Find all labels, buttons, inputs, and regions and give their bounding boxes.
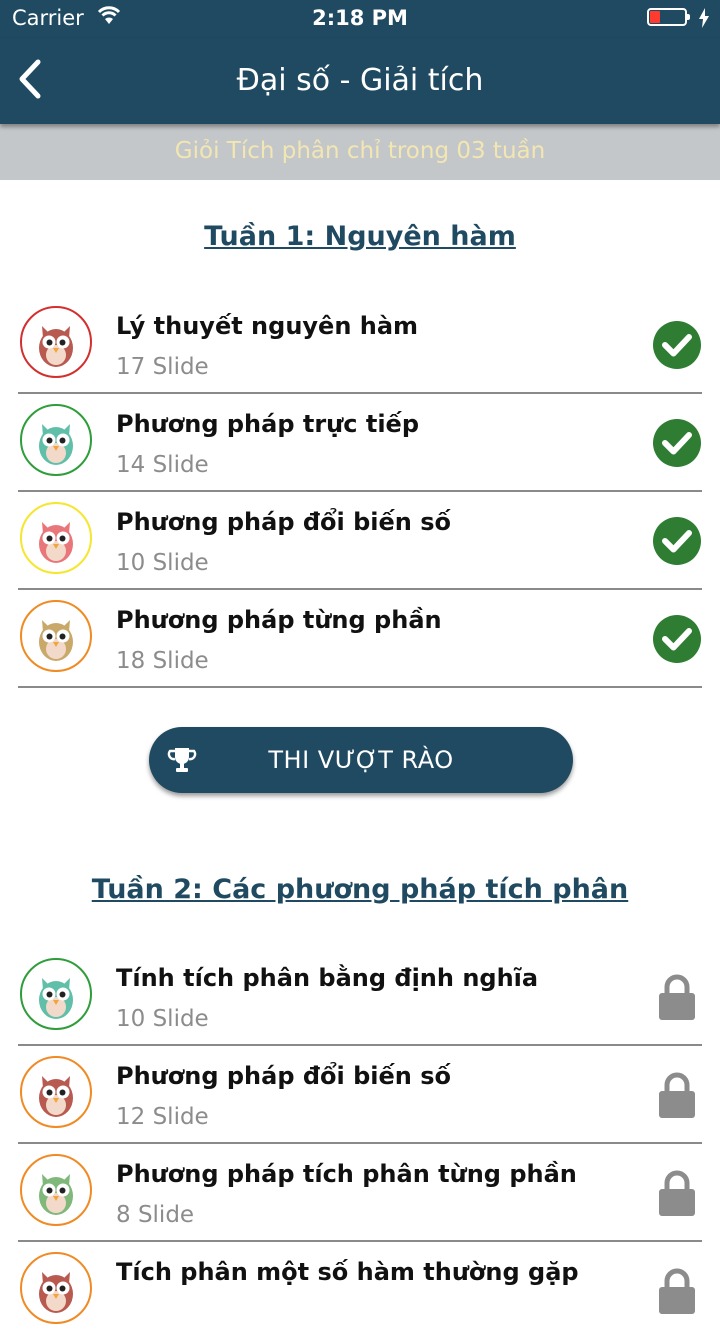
lesson-title: Phương pháp đổi biến số	[116, 1062, 452, 1090]
owl-avatar-icon	[20, 404, 92, 476]
nav-bar: Đại số - Giải tích	[0, 38, 720, 124]
owl-avatar-icon	[20, 1252, 92, 1324]
week2-title: Tuần 2: Các phương pháp tích phân	[91, 874, 629, 905]
lesson-slide-count: 10 Slide	[116, 550, 209, 576]
lesson-slide-count: 12 Slide	[116, 1104, 209, 1130]
course-tagline: Giỏi Tích phân chỉ trong 03 tuần	[174, 138, 546, 164]
status-time: 2:18 PM	[312, 6, 408, 30]
lock-icon	[652, 972, 702, 1022]
lesson-slide-count: 14 Slide	[116, 452, 209, 478]
lesson-slide-count: 17 Slide	[116, 354, 209, 380]
check-circle-icon	[652, 418, 702, 468]
lesson-title: Phương pháp tích phân từng phần	[116, 1160, 577, 1188]
owl-avatar-icon	[20, 1056, 92, 1128]
owl-avatar-icon	[20, 306, 92, 378]
lock-icon	[652, 1266, 702, 1316]
lesson-title: Phương pháp đổi biến số	[116, 508, 452, 536]
week1-title: Tuần 1: Nguyên hàm	[204, 221, 516, 252]
status-bar: Carrier 2:18 PM	[0, 0, 720, 38]
lesson-row[interactable]: Phương pháp đổi biến số 10 Slide	[18, 492, 702, 590]
lesson-row[interactable]: Tích phân một số hàm thường gặp	[18, 1242, 702, 1340]
lesson-slide-count: 10 Slide	[116, 1006, 209, 1032]
charging-icon	[698, 8, 710, 32]
lesson-title: Lý thuyết nguyên hàm	[116, 312, 419, 340]
owl-avatar-icon	[20, 1154, 92, 1226]
lesson-title: Tích phân một số hàm thường gặp	[116, 1258, 579, 1286]
owl-avatar-icon	[20, 502, 92, 574]
lesson-row[interactable]: Lý thuyết nguyên hàm 17 Slide	[18, 296, 702, 394]
owl-avatar-icon	[20, 958, 92, 1030]
lock-icon	[652, 1070, 702, 1120]
check-circle-icon	[652, 320, 702, 370]
owl-avatar-icon	[20, 600, 92, 672]
lock-icon	[652, 1168, 702, 1218]
lesson-row[interactable]: Tính tích phân bằng định nghĩa 10 Slide	[18, 948, 702, 1046]
lesson-row[interactable]: Phương pháp tích phân từng phần 8 Slide	[18, 1144, 702, 1242]
lesson-title: Tính tích phân bằng định nghĩa	[116, 964, 539, 992]
exam-button-label: THI VƯỢT RÀO	[268, 746, 454, 774]
exam-button[interactable]: THI VƯỢT RÀO	[149, 727, 573, 793]
page-title: Đại số - Giải tích	[236, 63, 484, 98]
lesson-slide-count: 18 Slide	[116, 648, 209, 674]
course-subheader: Giỏi Tích phân chỉ trong 03 tuần	[0, 124, 720, 180]
lesson-title: Phương pháp trực tiếp	[116, 410, 419, 438]
battery-icon	[647, 8, 691, 28]
check-circle-icon	[652, 614, 702, 664]
lesson-row[interactable]: Phương pháp từng phần 18 Slide	[18, 590, 702, 688]
lesson-row[interactable]: Phương pháp đổi biến số 12 Slide	[18, 1046, 702, 1144]
lesson-title: Phương pháp từng phần	[116, 606, 442, 634]
lesson-row[interactable]: Phương pháp trực tiếp 14 Slide	[18, 394, 702, 492]
lesson-slide-count: 8 Slide	[116, 1202, 195, 1228]
check-circle-icon	[652, 516, 702, 566]
